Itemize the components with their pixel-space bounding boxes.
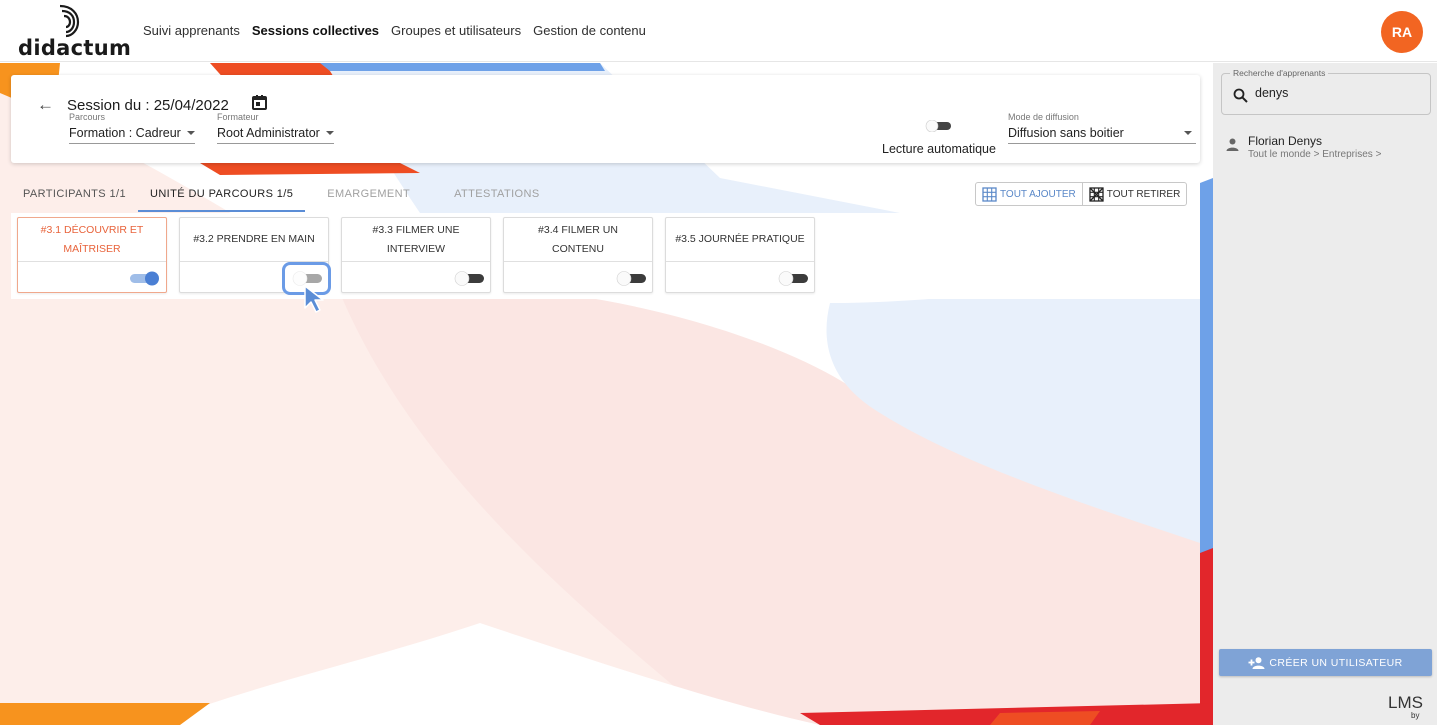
- unit-title: #3.2 PRENDRE EN MAIN: [180, 218, 328, 262]
- mode-diffusion-select[interactable]: Diffusion sans boitier: [1008, 126, 1196, 144]
- caret-down-icon: [325, 131, 334, 135]
- parcours-select[interactable]: Formation : Cadreur: [69, 126, 195, 144]
- add-all-button[interactable]: TOUT AJOUTER: [976, 183, 1082, 205]
- unit-title: #3.1 DÉCOUVRIR ET MAÎTRISER: [18, 218, 166, 262]
- logo-text: didactum: [18, 36, 132, 60]
- lms-by-text: by: [1411, 711, 1420, 720]
- mode-diffusion-value: Diffusion sans boitier: [1008, 126, 1124, 140]
- unit-card-3-3[interactable]: #3.3 FILMER UNE INTERVIEW: [341, 217, 491, 293]
- formateur-value: Root Administrator: [217, 126, 320, 140]
- unit-card-3-5[interactable]: #3.5 JOURNÉE PRATIQUE: [665, 217, 815, 293]
- formateur-field[interactable]: Formateur Root Administrator: [217, 112, 334, 144]
- formateur-select[interactable]: Root Administrator: [217, 126, 334, 144]
- parcours-field[interactable]: Parcours Formation : Cadreur: [69, 112, 195, 144]
- add-person-icon: [1248, 656, 1265, 669]
- unit-title: #3.3 FILMER UNE INTERVIEW: [342, 218, 490, 262]
- learner-search-box[interactable]: Recherche d'apprenants: [1221, 68, 1431, 115]
- search-label: Recherche d'apprenants: [1230, 68, 1329, 78]
- tab-attestations[interactable]: ATTESTATIONS: [422, 181, 551, 212]
- user-avatar[interactable]: RA: [1381, 11, 1423, 53]
- back-arrow-icon[interactable]: ←: [37, 95, 54, 115]
- mouse-cursor-icon: [304, 285, 324, 313]
- search-result-item[interactable]: Florian Denys Tout le monde > Entreprise…: [1226, 133, 1426, 163]
- fingerprint-logo-icon: [59, 4, 80, 38]
- parcours-label: Parcours: [69, 112, 106, 122]
- nav-item-sessions-collectives[interactable]: Sessions collectives: [252, 23, 379, 38]
- learner-search-panel: Recherche d'apprenants Florian Denys Tou…: [1213, 63, 1437, 725]
- calendar-icon[interactable]: [251, 94, 268, 111]
- lms-brand: LMS: [1388, 693, 1423, 712]
- remove-all-label: TOUT RETIRER: [1106, 188, 1181, 200]
- unit-toolbar: TOUT AJOUTER TOUT RETIRER: [975, 182, 1188, 206]
- tab-emargement[interactable]: EMARGEMENT: [305, 181, 422, 212]
- units-list: #3.1 DÉCOUVRIR ET MAÎTRISER #3.2 PRENDRE…: [11, 213, 1200, 299]
- learner-search-input[interactable]: [1255, 86, 1425, 100]
- remove-all-button[interactable]: TOUT RETIRER: [1081, 183, 1187, 205]
- grid-add-icon: [982, 186, 997, 202]
- search-icon: [1233, 88, 1248, 103]
- session-tabs: PARTICIPANTS 1/1 UNITÉ DU PARCOURS 1/5 E…: [11, 181, 552, 212]
- formateur-label: Formateur: [217, 112, 259, 122]
- main-nav: Suivi apprenants Sessions collectives Gr…: [143, 23, 646, 38]
- auto-play-toggle[interactable]: [925, 120, 951, 132]
- nav-item-gestion-contenu[interactable]: Gestion de contenu: [533, 23, 646, 38]
- mode-diffusion-field[interactable]: Mode de diffusion Diffusion sans boitier: [1008, 112, 1196, 144]
- mode-diffusion-label: Mode de diffusion: [1008, 112, 1079, 122]
- session-header-card: ← Session du : 25/04/2022 Parcours Forma…: [11, 75, 1200, 163]
- didactum-logo[interactable]: didactum: [18, 4, 131, 60]
- unit-card-3-4[interactable]: #3.4 FILMER UN CONTENU: [503, 217, 653, 293]
- caret-down-icon: [1184, 131, 1192, 135]
- parcours-value: Formation : Cadreur: [69, 126, 181, 140]
- nav-item-suivi-apprenants[interactable]: Suivi apprenants: [143, 23, 240, 38]
- add-all-label: TOUT AJOUTER: [1000, 188, 1076, 200]
- grid-remove-icon: [1089, 186, 1104, 202]
- auto-play-label: Lecture automatique: [882, 142, 996, 156]
- unit-title: #3.5 JOURNÉE PRATIQUE: [666, 218, 814, 262]
- unit-toggle-off[interactable]: [616, 270, 646, 286]
- unit-toggle-off[interactable]: [778, 270, 808, 286]
- caret-down-icon: [186, 131, 195, 135]
- main-content: ← Session du : 25/04/2022 Parcours Forma…: [0, 63, 1213, 725]
- unit-toggle-on[interactable]: [130, 270, 160, 286]
- create-user-button[interactable]: CRÉER UN UTILISATEUR: [1219, 649, 1432, 676]
- tab-participants[interactable]: PARTICIPANTS 1/1: [11, 181, 138, 212]
- tab-unite-parcours[interactable]: UNITÉ DU PARCOURS 1/5: [137, 181, 306, 212]
- nav-item-groupes-utilisateurs[interactable]: Groupes et utilisateurs: [391, 23, 521, 38]
- unit-toggle-off[interactable]: [454, 270, 484, 286]
- person-icon: [1226, 138, 1239, 151]
- unit-card-3-1[interactable]: #3.1 DÉCOUVRIR ET MAÎTRISER: [17, 217, 167, 293]
- top-bar: didactum Suivi apprenants Sessions colle…: [0, 0, 1437, 62]
- create-user-label: CRÉER UN UTILISATEUR: [1269, 656, 1403, 669]
- result-user-name: Florian Denys: [1248, 134, 1323, 148]
- result-user-path: Tout le monde > Entreprises >: [1248, 149, 1382, 160]
- unit-title: #3.4 FILMER UN CONTENU: [504, 218, 652, 262]
